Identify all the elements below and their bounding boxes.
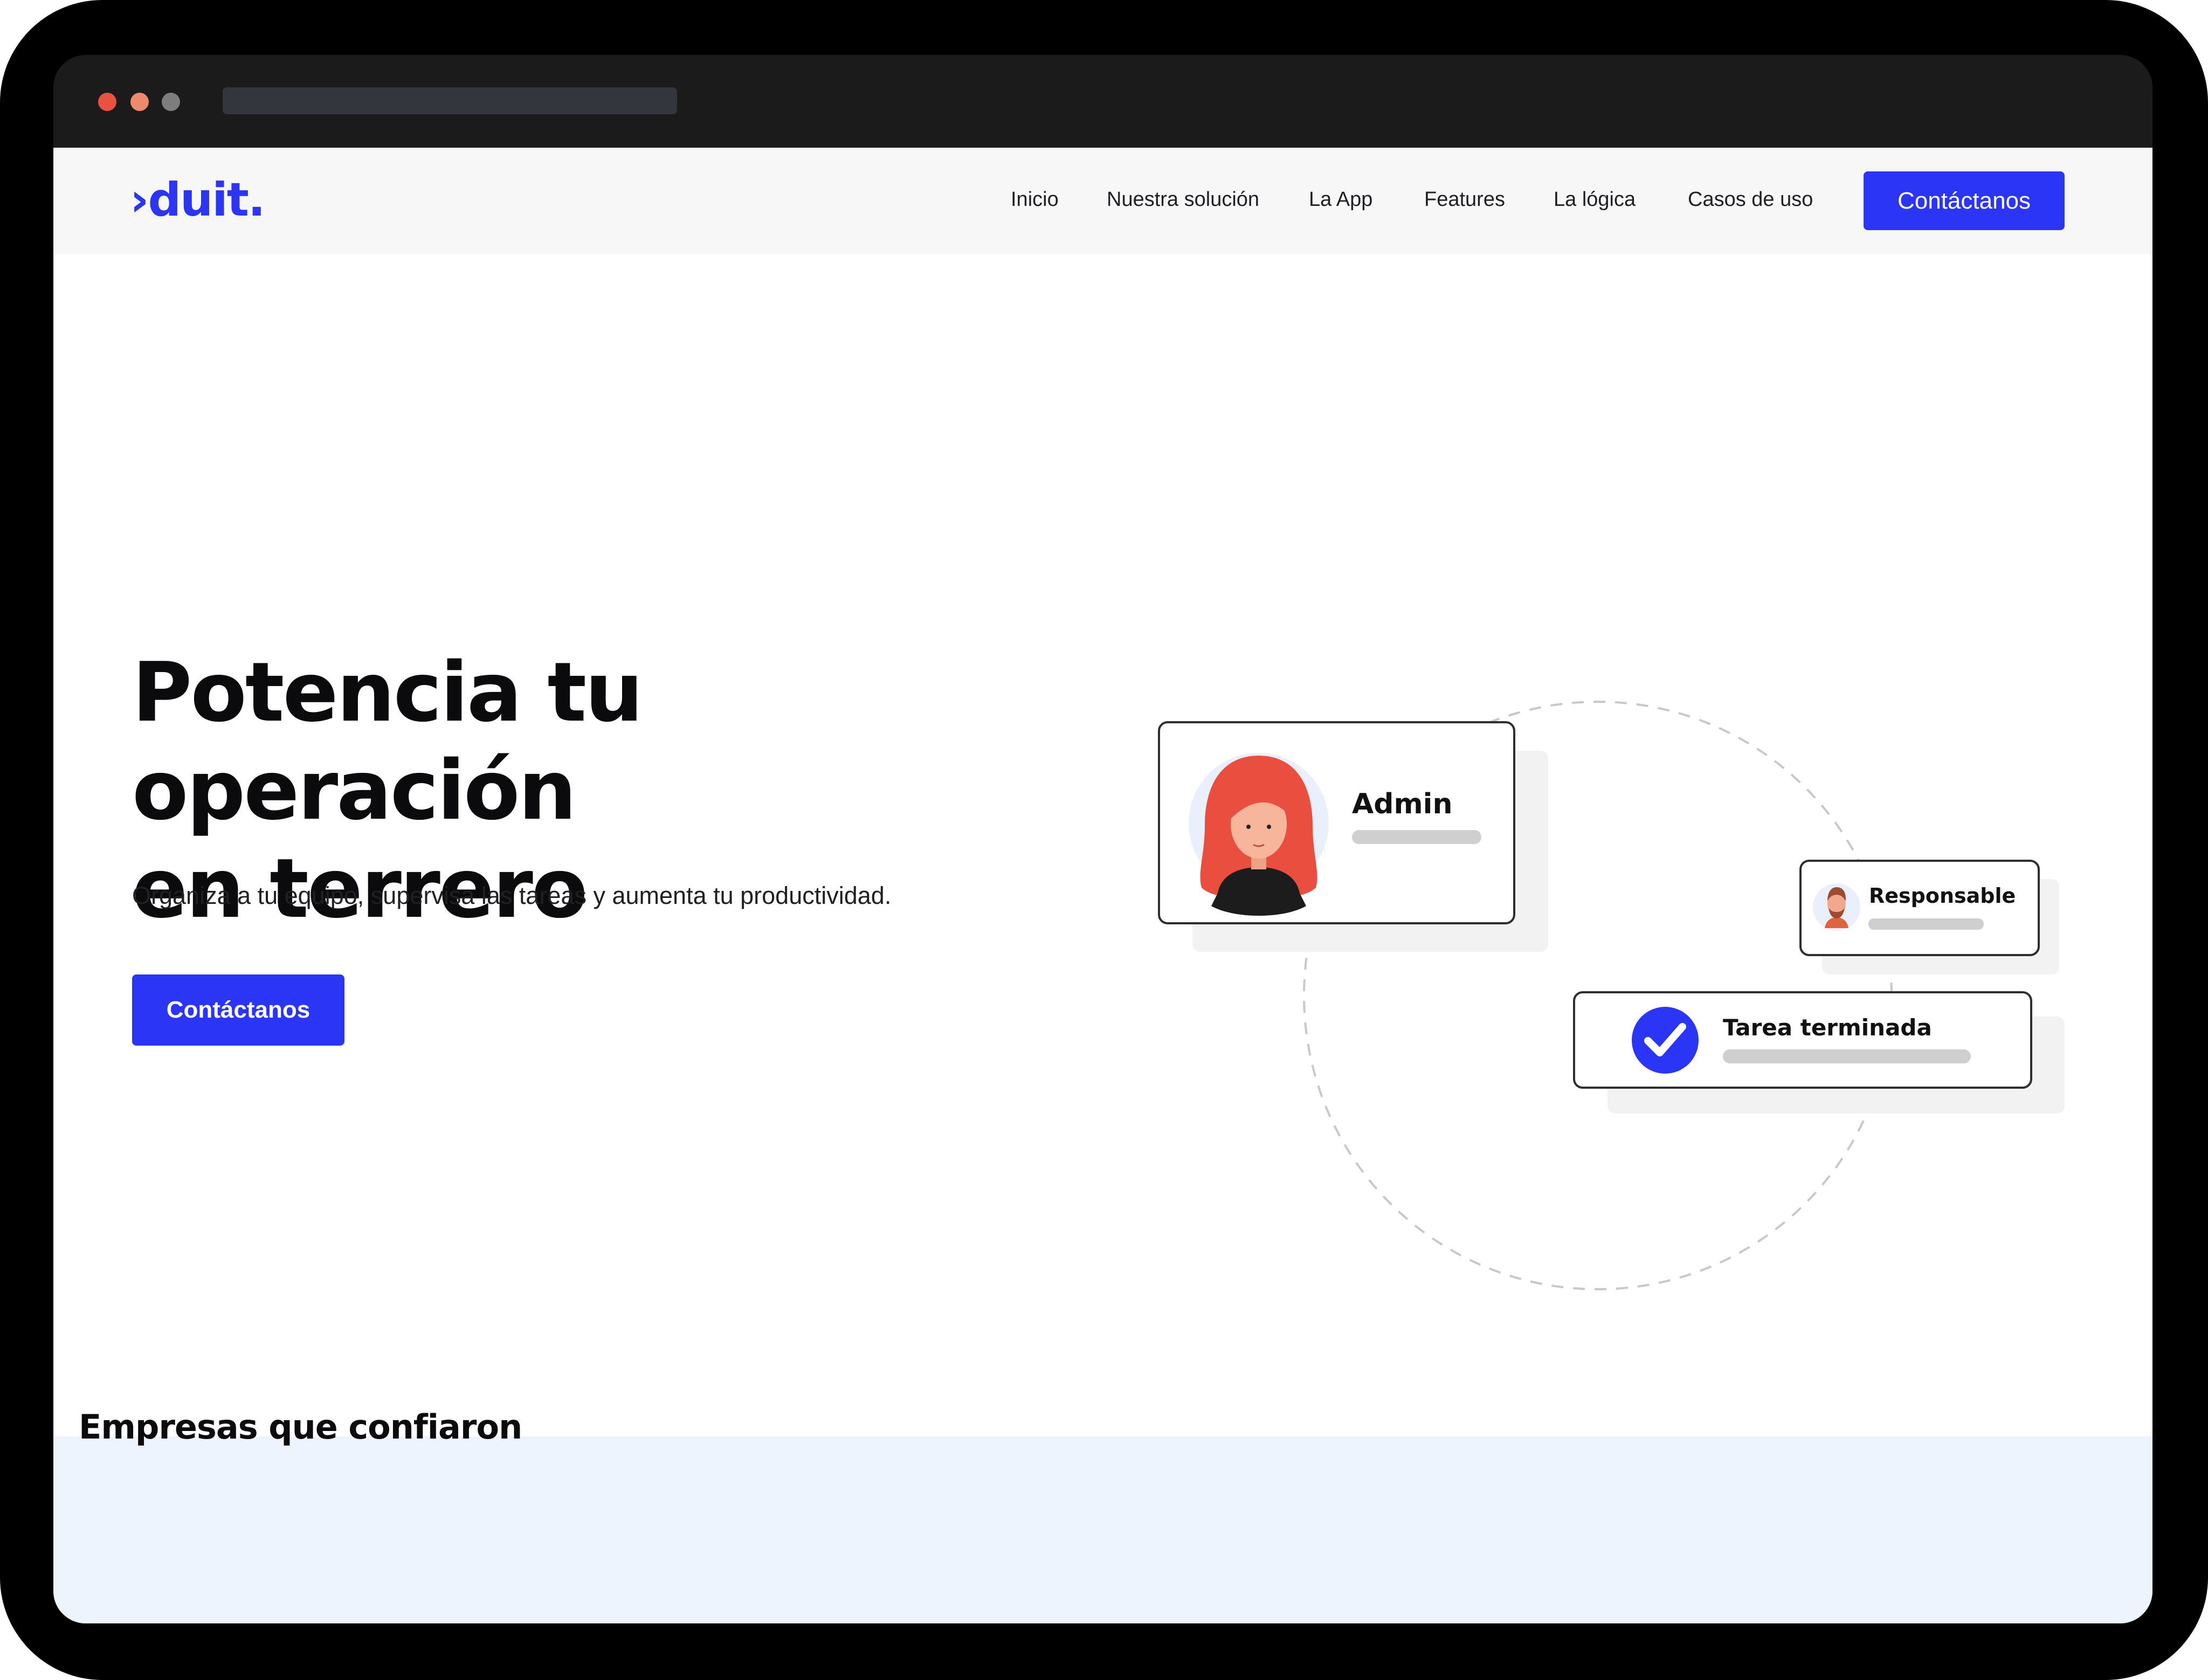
check-mark (1644, 1023, 1686, 1056)
web-page: ›duit. Inicio Nuestra solución La App Fe… (53, 148, 2152, 1623)
admin-card (1158, 721, 1515, 924)
minimize-window-dot[interactable] (130, 93, 149, 111)
duit-logo[interactable]: ›duit. (130, 170, 265, 230)
nav-link-la-app[interactable]: La App (1309, 186, 1372, 212)
admin-avatar-bg (1189, 753, 1329, 893)
nav-link-la-logica[interactable]: La lógica (1554, 186, 1636, 212)
responsable-avatar (1825, 887, 1848, 928)
companies-section (53, 1436, 2152, 1623)
admin-avatar (1200, 756, 1317, 916)
close-window-dot[interactable] (98, 93, 116, 111)
nav-contact-button[interactable]: Contáctanos (1864, 171, 2065, 230)
hero-title-line-1: Potencia tu operación (132, 645, 643, 838)
task-label: Tarea terminada (1723, 1014, 1932, 1041)
responsable-label: Responsable (1869, 884, 2016, 908)
check-icon (1632, 1007, 1699, 1074)
nav-link-features[interactable]: Features (1424, 186, 1505, 212)
admin-card-shadow (1192, 751, 1548, 952)
maximize-window-dot[interactable] (162, 93, 180, 111)
admin-label: Admin (1352, 788, 1453, 820)
nav-link-nuestra-solucion[interactable]: Nuestra solución (1107, 186, 1259, 212)
task-bar-placeholder (1723, 1049, 1971, 1063)
top-navbar: ›duit. Inicio Nuestra solución La App Fe… (53, 148, 2152, 254)
hero-subtitle: Organiza a tu equipo, supervisa las tare… (132, 882, 892, 909)
responsable-bar-placeholder (1868, 918, 1984, 930)
address-bar[interactable] (223, 87, 677, 114)
companies-title: Empresas que confiaron (79, 1407, 522, 1447)
admin-bar-placeholder (1352, 830, 1481, 844)
nav-link-inicio[interactable]: Inicio (1011, 186, 1059, 212)
browser-chrome (53, 55, 2152, 148)
nav-link-casos-de-uso[interactable]: Casos de uso (1688, 186, 1813, 212)
hero-contact-button[interactable]: Contáctanos (132, 974, 344, 1046)
responsable-avatar-bg (1813, 883, 1860, 931)
